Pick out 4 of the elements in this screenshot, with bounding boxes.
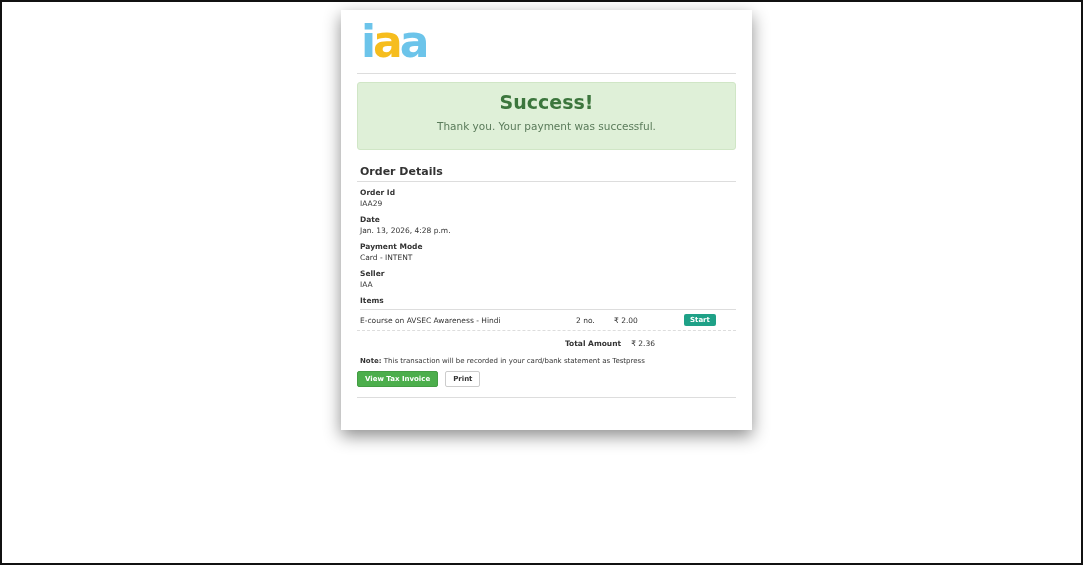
alert-title: Success!	[498, 91, 595, 113]
logo: iaa	[361, 20, 428, 69]
section-heading: Order Details	[360, 165, 444, 178]
alert-message: Thank you. Your payment was successful.	[436, 120, 657, 132]
